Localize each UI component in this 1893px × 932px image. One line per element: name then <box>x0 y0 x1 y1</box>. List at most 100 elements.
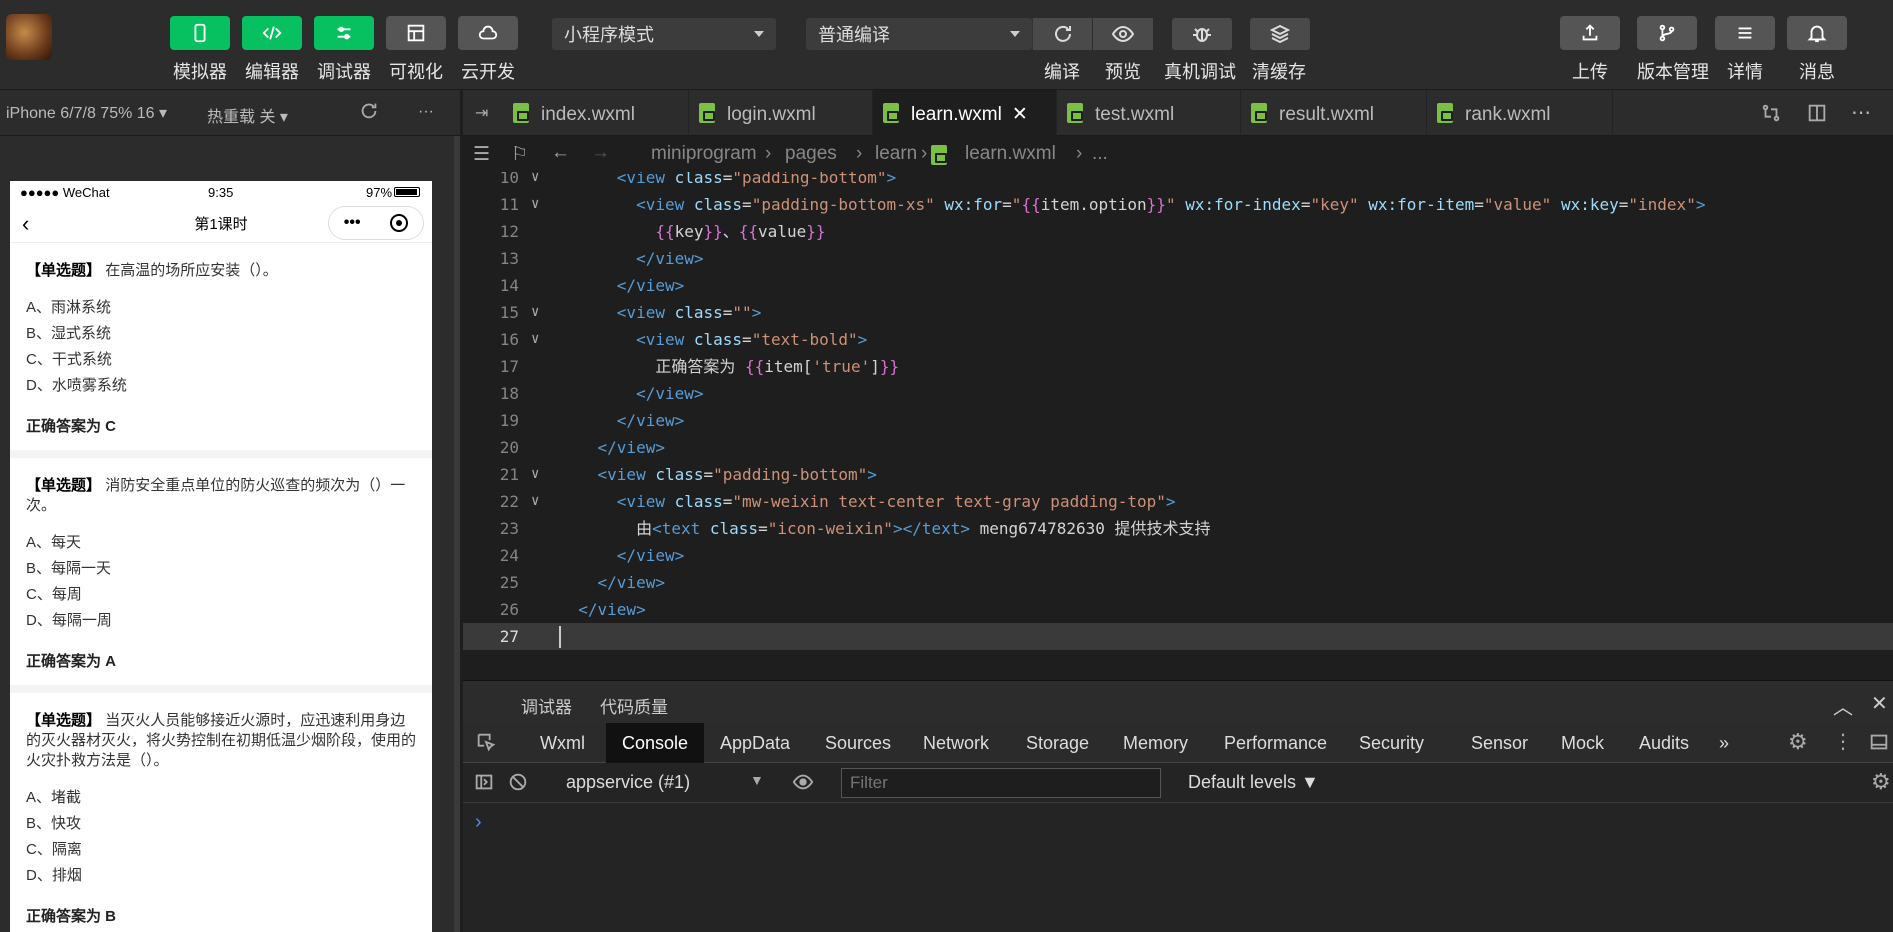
upload-button[interactable]: 上传 <box>1560 16 1620 92</box>
outline-icon[interactable]: ☰ <box>473 143 490 166</box>
tab-result[interactable]: result.wxml <box>1241 90 1427 136</box>
settings-icon[interactable]: ⚙ <box>1788 729 1808 755</box>
fold-icon[interactable]: ∨ <box>531 461 539 488</box>
collapse-sidebar-icon[interactable]: ⇥ <box>475 103 488 123</box>
log-levels-select[interactable]: Default levels ▼ <box>1188 772 1319 793</box>
forward-arrow-icon[interactable]: → <box>591 142 610 164</box>
breadcrumb-item[interactable]: ... <box>1076 143 1108 165</box>
cloud-dev-button[interactable]: 云开发 <box>458 16 518 92</box>
fold-icon[interactable]: ∨ <box>531 326 539 353</box>
collapse-icon[interactable]: ︿ <box>1833 691 1853 720</box>
option[interactable]: B、快攻 <box>26 811 416 837</box>
preview-button[interactable] <box>1093 18 1153 50</box>
more-icon[interactable]: ··· <box>418 103 434 121</box>
tab-security[interactable]: Security <box>1359 733 1424 754</box>
tab-audits[interactable]: Audits <box>1639 733 1689 754</box>
option[interactable]: D、排烟 <box>26 863 416 889</box>
text-cursor <box>559 626 561 648</box>
clear-cache-button[interactable] <box>1250 18 1310 50</box>
console-settings-icon[interactable]: ⚙ <box>1871 769 1891 795</box>
filter-input[interactable] <box>841 768 1161 798</box>
breadcrumb-item[interactable]: learn.wxml <box>965 143 1056 165</box>
rotate-icon[interactable] <box>358 100 380 127</box>
remote-debug-button[interactable] <box>1172 18 1232 50</box>
fold-icon[interactable]: ∨ <box>531 172 539 191</box>
option[interactable]: A、雨淋系统 <box>26 295 416 321</box>
dock-icon[interactable] <box>1868 731 1890 758</box>
option[interactable]: A、堵截 <box>26 785 416 811</box>
more-icon[interactable]: ⋯ <box>1851 100 1871 125</box>
simulator-button[interactable]: 模拟器 <box>170 16 230 92</box>
option[interactable]: C、每周 <box>26 582 416 608</box>
fold-icon[interactable]: ∨ <box>531 299 539 326</box>
breadcrumb-item[interactable]: pages <box>785 143 837 165</box>
option[interactable]: B、每隔一天 <box>26 556 416 582</box>
tab-sensor[interactable]: Sensor <box>1471 733 1528 754</box>
compile-button[interactable] <box>1032 18 1092 50</box>
more-icon[interactable]: ⋮ <box>1833 729 1853 754</box>
details-button[interactable]: 详情 <box>1715 16 1775 92</box>
editor-button[interactable]: 编辑器 <box>242 16 302 92</box>
carrier-label: ●●●●● WeChat <box>20 185 110 200</box>
context-select[interactable]: appservice (#1) <box>566 772 690 793</box>
tab-mock[interactable]: Mock <box>1561 733 1604 754</box>
close-icon[interactable]: ✕ <box>1012 104 1028 125</box>
chevron-down-icon[interactable]: ▼ <box>750 772 764 788</box>
battery-icon <box>394 187 420 197</box>
tab-console[interactable]: Console <box>606 723 705 763</box>
console-prompt[interactable]: › <box>475 811 482 834</box>
more-dots-icon[interactable]: ••• <box>344 214 361 232</box>
tab-learn[interactable]: learn.wxml ✕ <box>873 90 1057 136</box>
breadcrumb-item[interactable]: miniprogram <box>651 143 757 165</box>
bookmark-icon[interactable]: ⚐ <box>511 143 528 166</box>
fold-icon[interactable]: ∨ <box>531 191 539 218</box>
more-tabs-icon[interactable]: » <box>1719 733 1729 754</box>
split-view-icon[interactable] <box>1806 102 1828 129</box>
close-icon[interactable]: ✕ <box>1871 691 1888 716</box>
tab-test[interactable]: test.wxml <box>1057 90 1241 136</box>
tab-index[interactable]: index.wxml <box>503 90 689 136</box>
code-editor[interactable]: 10 ∨ <view class="padding-bottom"> 11 ∨ <v… <box>463 172 1893 678</box>
compare-icon[interactable] <box>1760 102 1782 129</box>
mode-select[interactable]: 小程序模式 <box>552 18 776 50</box>
close-circle-icon[interactable] <box>390 214 409 232</box>
version-button[interactable]: 版本管理 <box>1637 16 1709 92</box>
option[interactable]: C、隔离 <box>26 837 416 863</box>
hot-reload-toggle[interactable]: 热重载 关 ▾ <box>207 103 288 127</box>
code-quality-tab[interactable]: 代码质量 <box>600 693 668 718</box>
tab-login[interactable]: login.wxml <box>689 90 873 136</box>
eye-icon[interactable] <box>791 771 815 798</box>
menu-icon <box>1715 16 1775 50</box>
option[interactable]: D、水喷雾系统 <box>26 373 416 399</box>
breadcrumb-item[interactable]: learn <box>875 143 917 165</box>
tab-wxml[interactable]: Wxml <box>540 733 585 754</box>
option[interactable]: A、每天 <box>26 530 416 556</box>
device-select[interactable]: iPhone 6/7/8 75% 16 ▾ <box>6 103 167 123</box>
tab-memory[interactable]: Memory <box>1123 733 1188 754</box>
sidebar-toggle-icon[interactable] <box>473 771 495 798</box>
code-line: 26 </view> <box>463 596 1893 623</box>
avatar[interactable] <box>6 14 52 60</box>
option[interactable]: D、每隔一周 <box>26 608 416 634</box>
fold-icon[interactable]: ∨ <box>531 488 539 515</box>
clear-console-icon[interactable] <box>507 771 529 798</box>
device-select-value: iPhone 6/7/8 75% 16 <box>6 105 155 122</box>
inspect-icon[interactable] <box>475 731 497 758</box>
visual-button[interactable]: 可视化 <box>386 16 446 92</box>
code-line-current: 27 <box>463 623 1893 650</box>
tab-storage[interactable]: Storage <box>1026 733 1089 754</box>
debugger-tab[interactable]: 调试器 <box>521 693 572 718</box>
wxml-file-icon <box>1437 103 1453 123</box>
tab-performance[interactable]: Performance <box>1224 733 1327 754</box>
capsule-menu[interactable]: ••• <box>328 206 424 240</box>
compile-select[interactable]: 普通编译 <box>806 18 1032 50</box>
back-arrow-icon[interactable]: ← <box>551 142 570 164</box>
tab-appdata[interactable]: AppData <box>720 733 790 754</box>
tab-network[interactable]: Network <box>923 733 989 754</box>
messages-button[interactable]: 消息 <box>1787 16 1847 92</box>
tab-sources[interactable]: Sources <box>825 733 891 754</box>
option[interactable]: C、干式系统 <box>26 347 416 373</box>
option[interactable]: B、湿式系统 <box>26 321 416 347</box>
debugger-button[interactable]: 调试器 <box>314 16 374 92</box>
tab-rank[interactable]: rank.wxml <box>1427 90 1613 136</box>
